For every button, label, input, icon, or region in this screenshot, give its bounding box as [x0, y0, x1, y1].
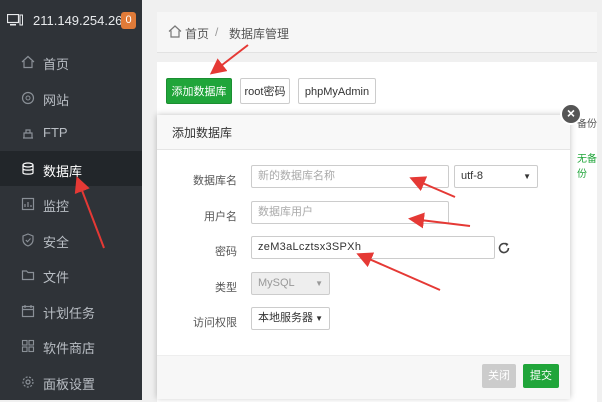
- submit-button[interactable]: 提交: [523, 364, 559, 388]
- username-placeholder: 数据库用户: [258, 206, 313, 218]
- sidebar-item-label: 文件: [43, 270, 70, 285]
- add-database-dialog: 添加数据库 数据库名 新的数据库名称 utf-8 ▼ 用户名 数据库用户 密码 …: [157, 115, 570, 399]
- type-select[interactable]: MySQL ▼: [251, 272, 330, 295]
- chevron-down-icon: ▼: [315, 314, 323, 323]
- breadcrumb-home[interactable]: 首页: [185, 25, 209, 42]
- sidebar: 211.149.254.26 0 首页 网站 FTP 数据库 监控 安全 文件 …: [0, 0, 142, 400]
- sidebar-item-security[interactable]: 安全: [0, 222, 142, 258]
- breadcrumb-current: 数据库管理: [229, 27, 290, 41]
- no-backup-link[interactable]: 无备份: [577, 150, 597, 180]
- sidebar-item-label: FTP: [43, 125, 68, 140]
- sidebar-item-label: 监控: [43, 199, 70, 214]
- sidebar-item-label: 计划任务: [43, 305, 96, 321]
- root-password-button[interactable]: root密码: [240, 78, 290, 104]
- notification-badge[interactable]: 0: [121, 12, 136, 29]
- ftp-icon: [23, 129, 33, 139]
- password-label: 密码: [215, 246, 237, 258]
- dialog-header: 添加数据库: [157, 115, 570, 150]
- charset-select[interactable]: utf-8 ▼: [454, 165, 538, 188]
- password-input[interactable]: zeM3aLcztsx3SPXh: [251, 236, 495, 259]
- sidebar-item-label: 安全: [43, 234, 70, 250]
- server-header[interactable]: 211.149.254.26 0: [0, 0, 142, 42]
- type-value: MySQL: [258, 277, 295, 289]
- access-value: 本地服务器: [258, 312, 313, 324]
- sidebar-item-store[interactable]: 软件商店: [0, 328, 142, 364]
- chevron-down-icon: ▼: [523, 172, 531, 181]
- close-button[interactable]: 关闭: [482, 364, 516, 388]
- sidebar-item-label: 软件商店: [43, 341, 96, 356]
- home-icon: [21, 55, 35, 69]
- home-icon[interactable]: [168, 25, 182, 38]
- sidebar-item-ftp[interactable]: FTP: [0, 115, 142, 151]
- globe-icon: [21, 91, 35, 104]
- gear-icon: [22, 375, 34, 388]
- sidebar-nav: 首页 网站 FTP 数据库 监控 安全 文件 计划任务 软件商店 面板设置: [0, 44, 142, 399]
- sidebar-item-cron[interactable]: 计划任务: [0, 293, 142, 329]
- phpmyadmin-button[interactable]: phpMyAdmin: [298, 78, 376, 104]
- shield-icon: [22, 232, 34, 247]
- apps-icon: [21, 339, 35, 353]
- refresh-icon[interactable]: [497, 241, 511, 255]
- db-name-placeholder: 新的数据库名称: [258, 170, 335, 182]
- calendar-icon: [21, 304, 35, 317]
- sidebar-item-monitor[interactable]: 监控: [0, 186, 142, 222]
- server-ip: 211.149.254.26: [33, 13, 123, 28]
- dialog-footer: 关闭 提交: [157, 355, 570, 399]
- sidebar-item-label: 首页: [43, 57, 70, 72]
- type-label: 类型: [215, 282, 237, 294]
- sidebar-item-label: 数据库: [43, 163, 83, 179]
- add-database-button[interactable]: 添加数据库: [166, 78, 232, 104]
- sidebar-item-home[interactable]: 首页: [0, 44, 142, 80]
- sidebar-item-website[interactable]: 网站: [0, 80, 142, 116]
- sidebar-item-database[interactable]: 数据库: [0, 150, 142, 186]
- breadcrumb: 首页 / 数据库管理: [157, 12, 597, 53]
- password-value: zeM3aLcztsx3SPXh: [258, 241, 362, 253]
- sidebar-item-label: 面板设置: [43, 376, 96, 392]
- db-name-input[interactable]: 新的数据库名称: [251, 165, 449, 188]
- access-select[interactable]: 本地服务器 ▼: [251, 307, 330, 330]
- folder-icon: [21, 270, 35, 281]
- sidebar-item-settings[interactable]: 面板设置: [0, 364, 142, 400]
- charset-value: utf-8: [461, 170, 484, 182]
- chevron-down-icon: ▼: [315, 279, 323, 288]
- database-icon: [22, 161, 34, 175]
- username-input[interactable]: 数据库用户: [251, 201, 449, 224]
- monitor-icon: [7, 14, 23, 26]
- sidebar-item-label: 网站: [43, 92, 70, 108]
- close-icon[interactable]: ×: [560, 103, 582, 125]
- username-label: 用户名: [204, 211, 237, 223]
- db-name-label: 数据库名: [193, 175, 237, 187]
- sidebar-item-files[interactable]: 文件: [0, 257, 142, 293]
- breadcrumb-separator: /: [215, 25, 219, 39]
- access-label: 访问权限: [193, 317, 237, 329]
- dialog-title: 添加数据库: [172, 126, 233, 140]
- monitor-chart-icon: [21, 197, 35, 211]
